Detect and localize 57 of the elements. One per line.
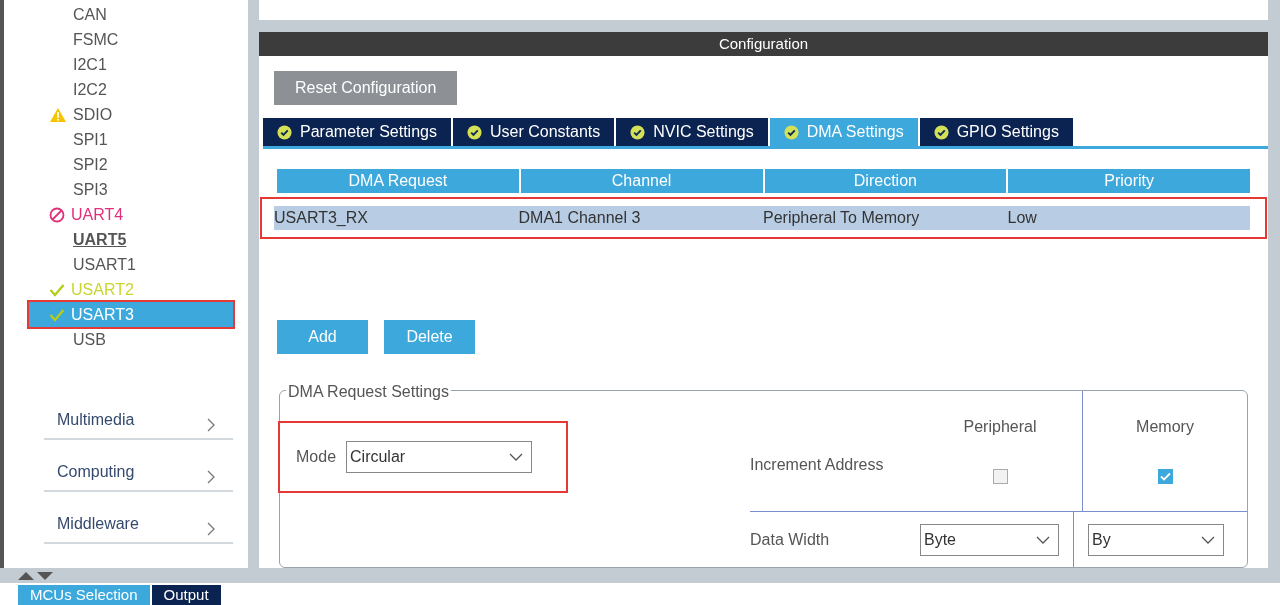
- column-header: Priority: [1008, 169, 1250, 193]
- table-cell-text: DMA1 Channel 3: [518, 208, 642, 228]
- peripheral-item[interactable]: SPI2: [44, 152, 233, 177]
- check-circle-icon: [933, 124, 949, 140]
- warning-icon: [49, 106, 67, 123]
- panel-header: Configuration: [259, 32, 1268, 56]
- peripheral-item[interactable]: FSMC: [44, 27, 233, 52]
- table-cell-text: Peripheral To Memory: [763, 208, 921, 228]
- check-circle-icon: [783, 124, 799, 140]
- table-cell-text: Low: [1007, 208, 1038, 228]
- data-width-dropdown[interactable]: By: [1088, 523, 1224, 556]
- peripheral-item[interactable]: CAN: [44, 2, 233, 27]
- peripheral-item[interactable]: USART1: [44, 252, 233, 277]
- peripheral-item[interactable]: SPI1: [44, 127, 233, 152]
- check-icon: [49, 282, 65, 297]
- column-label: Peripheral: [963, 417, 1037, 437]
- column-header: Channel: [520, 169, 763, 193]
- check-icon: [49, 307, 65, 322]
- check-circle-icon: [277, 124, 292, 140]
- checkmark-icon: [1159, 472, 1171, 481]
- settings-tab[interactable]: Parameter Settings: [263, 118, 451, 146]
- checkbox[interactable]: [1157, 469, 1173, 484]
- prohibited-icon: [49, 206, 65, 223]
- settings-tab[interactable]: User Constants: [452, 118, 615, 146]
- check-circle-icon: [466, 124, 482, 140]
- bottom-tab[interactable]: Output: [151, 585, 221, 605]
- category-item[interactable]: Middleware: [44, 492, 233, 544]
- peripheral-item[interactable]: USB: [44, 327, 233, 352]
- settings-tab[interactable]: GPIO Settings: [919, 118, 1073, 146]
- chevron-right-icon: [206, 418, 215, 432]
- data-width-label: Data Width: [750, 529, 831, 550]
- peripheral-item[interactable]: I2C1: [44, 52, 233, 77]
- table-cell-text: USART3_RX: [274, 208, 369, 228]
- table-row[interactable]: USART3_RX DMA1 Channel 3 Peripheral To Memory Low: [274, 206, 1250, 230]
- peripheral-item[interactable]: SPI3: [44, 177, 233, 202]
- mode-label: Mode: [296, 447, 337, 467]
- peripheral-item[interactable]: SDIO: [44, 102, 233, 127]
- chevron-right-icon: [206, 470, 215, 484]
- chevron-down-icon: [1201, 535, 1215, 544]
- check-circle-icon: [630, 124, 646, 140]
- peripheral-item[interactable]: UART4: [44, 202, 233, 227]
- settings-tab[interactable]: NVIC Settings: [616, 118, 768, 146]
- peripheral-item[interactable]: I2C2: [44, 77, 233, 102]
- checkbox[interactable]: [992, 469, 1008, 484]
- category-item[interactable]: Computing: [44, 440, 233, 492]
- column-label: Memory: [1136, 417, 1194, 437]
- chevron-down-icon: [509, 453, 524, 461]
- collapse-arrows-icon: [16, 570, 54, 581]
- column-header: DMA Request: [277, 169, 519, 193]
- column-header: Direction: [764, 169, 1007, 193]
- chevron-down-icon: [1036, 535, 1050, 544]
- increment-address-label: Increment Address: [750, 455, 884, 475]
- chevron-right-icon: [206, 522, 215, 536]
- data-width-dropdown[interactable]: Byte: [920, 523, 1059, 556]
- mode-dropdown[interactable]: Circular: [346, 441, 533, 473]
- category-item[interactable]: Multimedia: [44, 388, 233, 440]
- peripheral-item[interactable]: UART5: [44, 227, 233, 252]
